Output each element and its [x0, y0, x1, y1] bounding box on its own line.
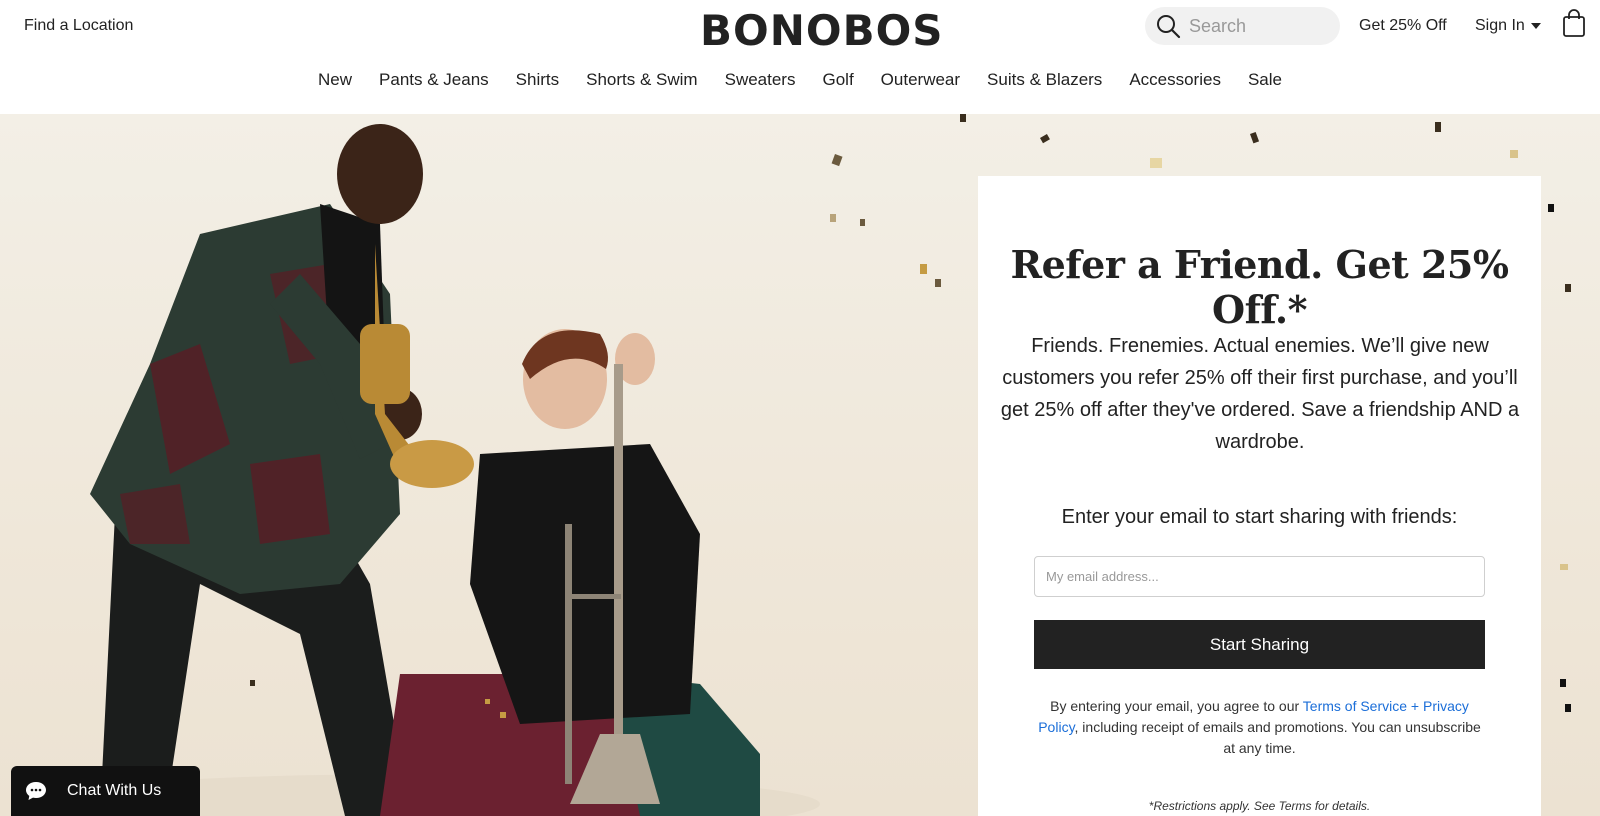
nav-item-shorts-swim[interactable]: Shorts & Swim	[573, 70, 711, 90]
nav-item-golf[interactable]: Golf	[809, 70, 867, 90]
nav-item-new[interactable]: New	[305, 70, 366, 90]
nav-item-pants-jeans[interactable]: Pants & Jeans	[366, 70, 503, 90]
nav-item-suits-blazers[interactable]: Suits & Blazers	[974, 70, 1116, 90]
legal-text: By entering your email, you agree to our…	[1034, 696, 1485, 759]
shopping-bag-icon[interactable]	[1563, 9, 1585, 37]
chevron-down-icon	[1530, 23, 1541, 29]
legal-suffix: , including receipt of emails and promot…	[1074, 719, 1481, 756]
get-25-off-link[interactable]: Get 25% Off	[1359, 17, 1447, 35]
search-icon[interactable]	[1155, 13, 1181, 39]
referral-title: Refer a Friend. Get 25% Off.*	[1010, 242, 1509, 332]
nav-item-sweaters[interactable]: Sweaters	[711, 70, 809, 90]
chat-bubble-icon	[26, 782, 46, 800]
referral-card: Refer a Friend. Get 25% Off.* Friends. F…	[978, 176, 1541, 816]
start-sharing-button[interactable]: Start Sharing	[1034, 620, 1485, 669]
search-bar[interactable]	[1145, 7, 1340, 45]
nav-item-outerwear[interactable]: Outerwear	[867, 70, 973, 90]
sign-in-menu[interactable]: Sign In	[1475, 17, 1541, 35]
nav-item-accessories[interactable]: Accessories	[1116, 70, 1235, 90]
hero-banner: Refer a Friend. Get 25% Off.* Friends. F…	[0, 114, 1600, 816]
restrictions-note: *Restrictions apply. See Terms for detai…	[1148, 799, 1371, 813]
email-field[interactable]	[1034, 556, 1485, 597]
legal-prefix: By entering your email, you agree to our	[1050, 698, 1303, 714]
referral-description: Friends. Frenemies. Actual enemies. We’l…	[1000, 335, 1520, 453]
main-nav: New Pants & Jeans Shirts Shorts & Swim S…	[0, 70, 1600, 90]
brand-logo[interactable]: BONOBOS	[700, 6, 944, 55]
find-location-link[interactable]: Find a Location	[24, 17, 133, 35]
nav-item-sale[interactable]: Sale	[1234, 70, 1295, 90]
chat-widget-button[interactable]: Chat With Us	[11, 766, 200, 816]
search-input[interactable]	[1189, 15, 1329, 37]
nav-item-shirts[interactable]: Shirts	[502, 70, 572, 90]
email-prompt: Enter your email to start sharing with f…	[1061, 506, 1458, 528]
sign-in-label: Sign In	[1475, 17, 1525, 34]
chat-label: Chat With Us	[67, 782, 162, 799]
hero-photo-musicians	[20, 124, 941, 816]
site-header: Find a Location BONOBOS Get 25% Off Sign…	[0, 0, 1600, 114]
